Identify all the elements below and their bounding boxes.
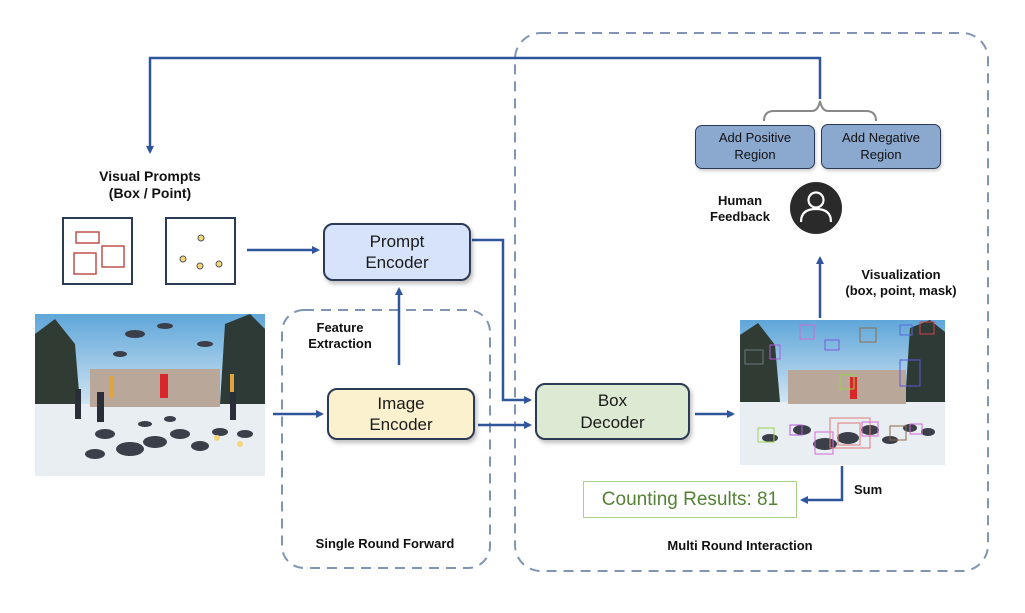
- visualization-label: Visualization (box, point, mask): [826, 267, 976, 298]
- counting-results-box: Counting Results: 81: [583, 481, 797, 518]
- prompt-encoder-label-line1: Prompt: [369, 231, 425, 251]
- human-feedback-line1: Human: [717, 193, 763, 208]
- box-decoder-node: Box Decoder: [535, 383, 690, 440]
- output-image-art: [740, 320, 945, 465]
- box-decoder-label-line1: Box: [597, 391, 628, 411]
- box-decoder-label-line2: Decoder: [580, 412, 645, 432]
- point-prompt-4: [215, 260, 223, 268]
- input-image: [35, 314, 265, 476]
- prompt-to-decoder-arrow: [472, 238, 532, 404]
- visual-prompts-title-line2: (Box / Point): [108, 184, 192, 201]
- add-negative-line2: Region: [860, 146, 902, 162]
- multi-round-label: Multi Round Interaction: [667, 538, 813, 553]
- single-round-label: Single Round Forward: [315, 536, 455, 551]
- point-prompt-2: [179, 255, 187, 263]
- prompt-encoder-node: Prompt Encoder: [323, 223, 471, 281]
- add-negative-line1: Add Negative: [841, 129, 921, 145]
- human-icon: [790, 182, 842, 234]
- sum-arrow: [800, 466, 844, 504]
- counting-results-text: Counting Results: 81: [601, 488, 779, 510]
- point-prompt-panel: [165, 217, 236, 285]
- human-feedback-label: Human Feedback: [690, 193, 790, 224]
- add-positive-line2: Region: [734, 147, 776, 162]
- output-image: [740, 320, 945, 465]
- visual-prompts-title: Visual Prompts (Box / Point): [60, 168, 240, 202]
- point-prompt-3: [196, 262, 204, 270]
- feature-extraction-label: Feature Extraction: [290, 320, 390, 351]
- visualization-line2: (box, point, mask): [845, 282, 957, 298]
- feedback-brace: [763, 100, 877, 122]
- image-encoder-label-line1: Image: [377, 393, 425, 413]
- point-prompt-1: [197, 234, 205, 242]
- add-positive-line1: Add Positive: [718, 130, 792, 146]
- feature-extraction-line1: Feature: [316, 320, 364, 335]
- image-encoder-node: Image Encoder: [327, 388, 475, 440]
- add-positive-region-button[interactable]: Add Positive Region: [695, 125, 815, 169]
- input-image-art: [35, 314, 265, 476]
- feature-extraction-line2: Extraction: [308, 335, 372, 351]
- visualization-line1: Visualization: [861, 267, 941, 282]
- human-feedback-line2: Feedback: [710, 208, 770, 224]
- diagram-connectors: [62, 32, 989, 572]
- visual-prompts-title-line1: Visual Prompts: [99, 168, 201, 184]
- add-negative-region-button[interactable]: Add Negative Region: [821, 124, 941, 169]
- sum-label: Sum: [854, 482, 883, 497]
- image-encoder-label-line2: Encoder: [369, 415, 433, 434]
- prompt-encoder-label-line2: Encoder: [365, 253, 429, 272]
